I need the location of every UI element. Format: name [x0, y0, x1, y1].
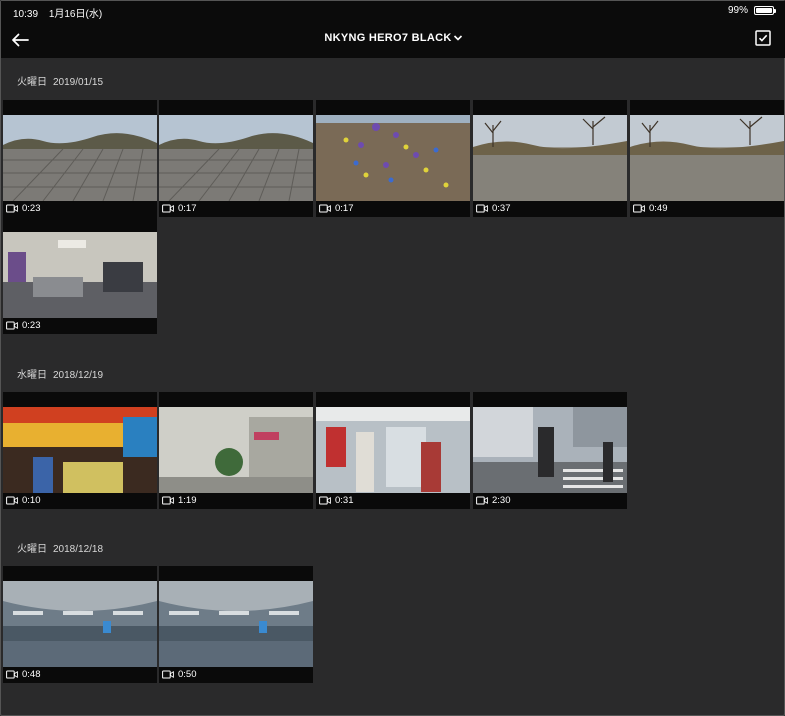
video-camera-icon [6, 321, 18, 330]
video-caption: 1:19 [162, 495, 197, 506]
video-camera-icon [476, 204, 488, 213]
section-date: 2018/12/19 [53, 370, 104, 381]
video-preview-image [473, 115, 627, 201]
video-preview-image [3, 115, 157, 201]
select-mode-button[interactable] [754, 29, 772, 47]
app-window: 10:39 1月16日(水) 99% NKYNG HERO7 BLACK 火曜日… [0, 0, 785, 716]
video-caption: 0:23 [6, 320, 41, 331]
section-date-header: 火曜日 2018/12/18 [17, 540, 103, 555]
video-duration: 0:31 [335, 495, 354, 506]
video-preview-image [159, 115, 313, 201]
section-date: 2018/12/18 [53, 544, 104, 555]
video-caption: 0:37 [476, 203, 511, 214]
section-date-header: 火曜日 2019/01/15 [17, 73, 103, 88]
video-camera-icon [633, 204, 645, 213]
video-caption: 0:17 [162, 203, 197, 214]
video-duration: 0:48 [22, 669, 41, 680]
video-caption: 0:31 [319, 495, 354, 506]
video-thumbnail[interactable]: 0:23 [3, 217, 157, 334]
video-caption: 2:30 [476, 495, 511, 506]
status-bar: 10:39 1月16日(水) 99% [1, 1, 785, 21]
video-thumbnail[interactable]: 0:49 [630, 100, 784, 217]
video-thumbnail[interactable]: 0:23 [3, 100, 157, 217]
status-date: 1月16日(水) [48, 9, 103, 20]
video-thumbnail[interactable]: 0:37 [473, 100, 627, 217]
video-duration: 2:30 [492, 495, 511, 506]
video-caption: 0:10 [6, 495, 41, 506]
video-caption: 0:49 [633, 203, 668, 214]
video-caption: 0:17 [319, 203, 354, 214]
video-duration: 0:37 [492, 203, 511, 214]
section-weekday: 水曜日 [17, 370, 47, 381]
section-weekday: 火曜日 [17, 544, 47, 555]
section-weekday: 火曜日 [17, 77, 47, 88]
video-duration: 0:17 [178, 203, 197, 214]
video-thumbnail[interactable]: 0:10 [3, 392, 157, 509]
video-caption: 0:23 [6, 203, 41, 214]
chevron-down-icon [453, 35, 462, 41]
video-camera-icon [319, 204, 331, 213]
video-thumbnail[interactable]: 0:48 [3, 566, 157, 683]
section-date: 2019/01/15 [53, 77, 104, 88]
video-camera-icon [6, 670, 18, 679]
page-title: NKYNG HERO7 BLACK [324, 32, 452, 44]
video-duration: 1:19 [178, 495, 197, 506]
video-duration: 0:23 [22, 203, 41, 214]
status-time: 10:39 [13, 9, 39, 20]
video-thumbnail[interactable]: 2:30 [473, 392, 627, 509]
section-date-header: 水曜日 2018/12/19 [17, 366, 103, 381]
video-duration: 0:17 [335, 203, 354, 214]
video-duration: 0:49 [649, 203, 668, 214]
video-thumbnail[interactable]: 0:17 [316, 100, 470, 217]
video-preview-image [3, 407, 157, 493]
video-duration: 0:23 [22, 320, 41, 331]
video-preview-image [316, 407, 470, 493]
video-camera-icon [162, 496, 174, 505]
video-camera-icon [319, 496, 331, 505]
battery-fill [756, 8, 772, 13]
video-duration: 0:50 [178, 669, 197, 680]
video-preview-image [316, 115, 470, 201]
checkbox-checked-icon [755, 30, 771, 46]
nav-bar: NKYNG HERO7 BLACK [1, 21, 785, 58]
video-camera-icon [162, 204, 174, 213]
video-preview-image [630, 115, 784, 201]
video-thumbnail[interactable]: 0:17 [159, 100, 313, 217]
battery-percent: 99% [727, 5, 748, 16]
video-thumbnail[interactable]: 0:50 [159, 566, 313, 683]
video-duration: 0:10 [22, 495, 41, 506]
camera-selector[interactable]: NKYNG HERO7 BLACK [1, 32, 785, 44]
video-preview-image [3, 581, 157, 667]
video-preview-image [159, 581, 313, 667]
video-caption: 0:50 [162, 669, 197, 680]
video-preview-image [159, 407, 313, 493]
video-camera-icon [6, 496, 18, 505]
video-camera-icon [476, 496, 488, 505]
video-camera-icon [6, 204, 18, 213]
video-thumbnail[interactable]: 1:19 [159, 392, 313, 509]
battery-icon [754, 6, 776, 15]
video-caption: 0:48 [6, 669, 41, 680]
video-camera-icon [162, 670, 174, 679]
video-thumbnail[interactable]: 0:31 [316, 392, 470, 509]
video-preview-image [473, 407, 627, 493]
video-preview-image [3, 232, 157, 318]
